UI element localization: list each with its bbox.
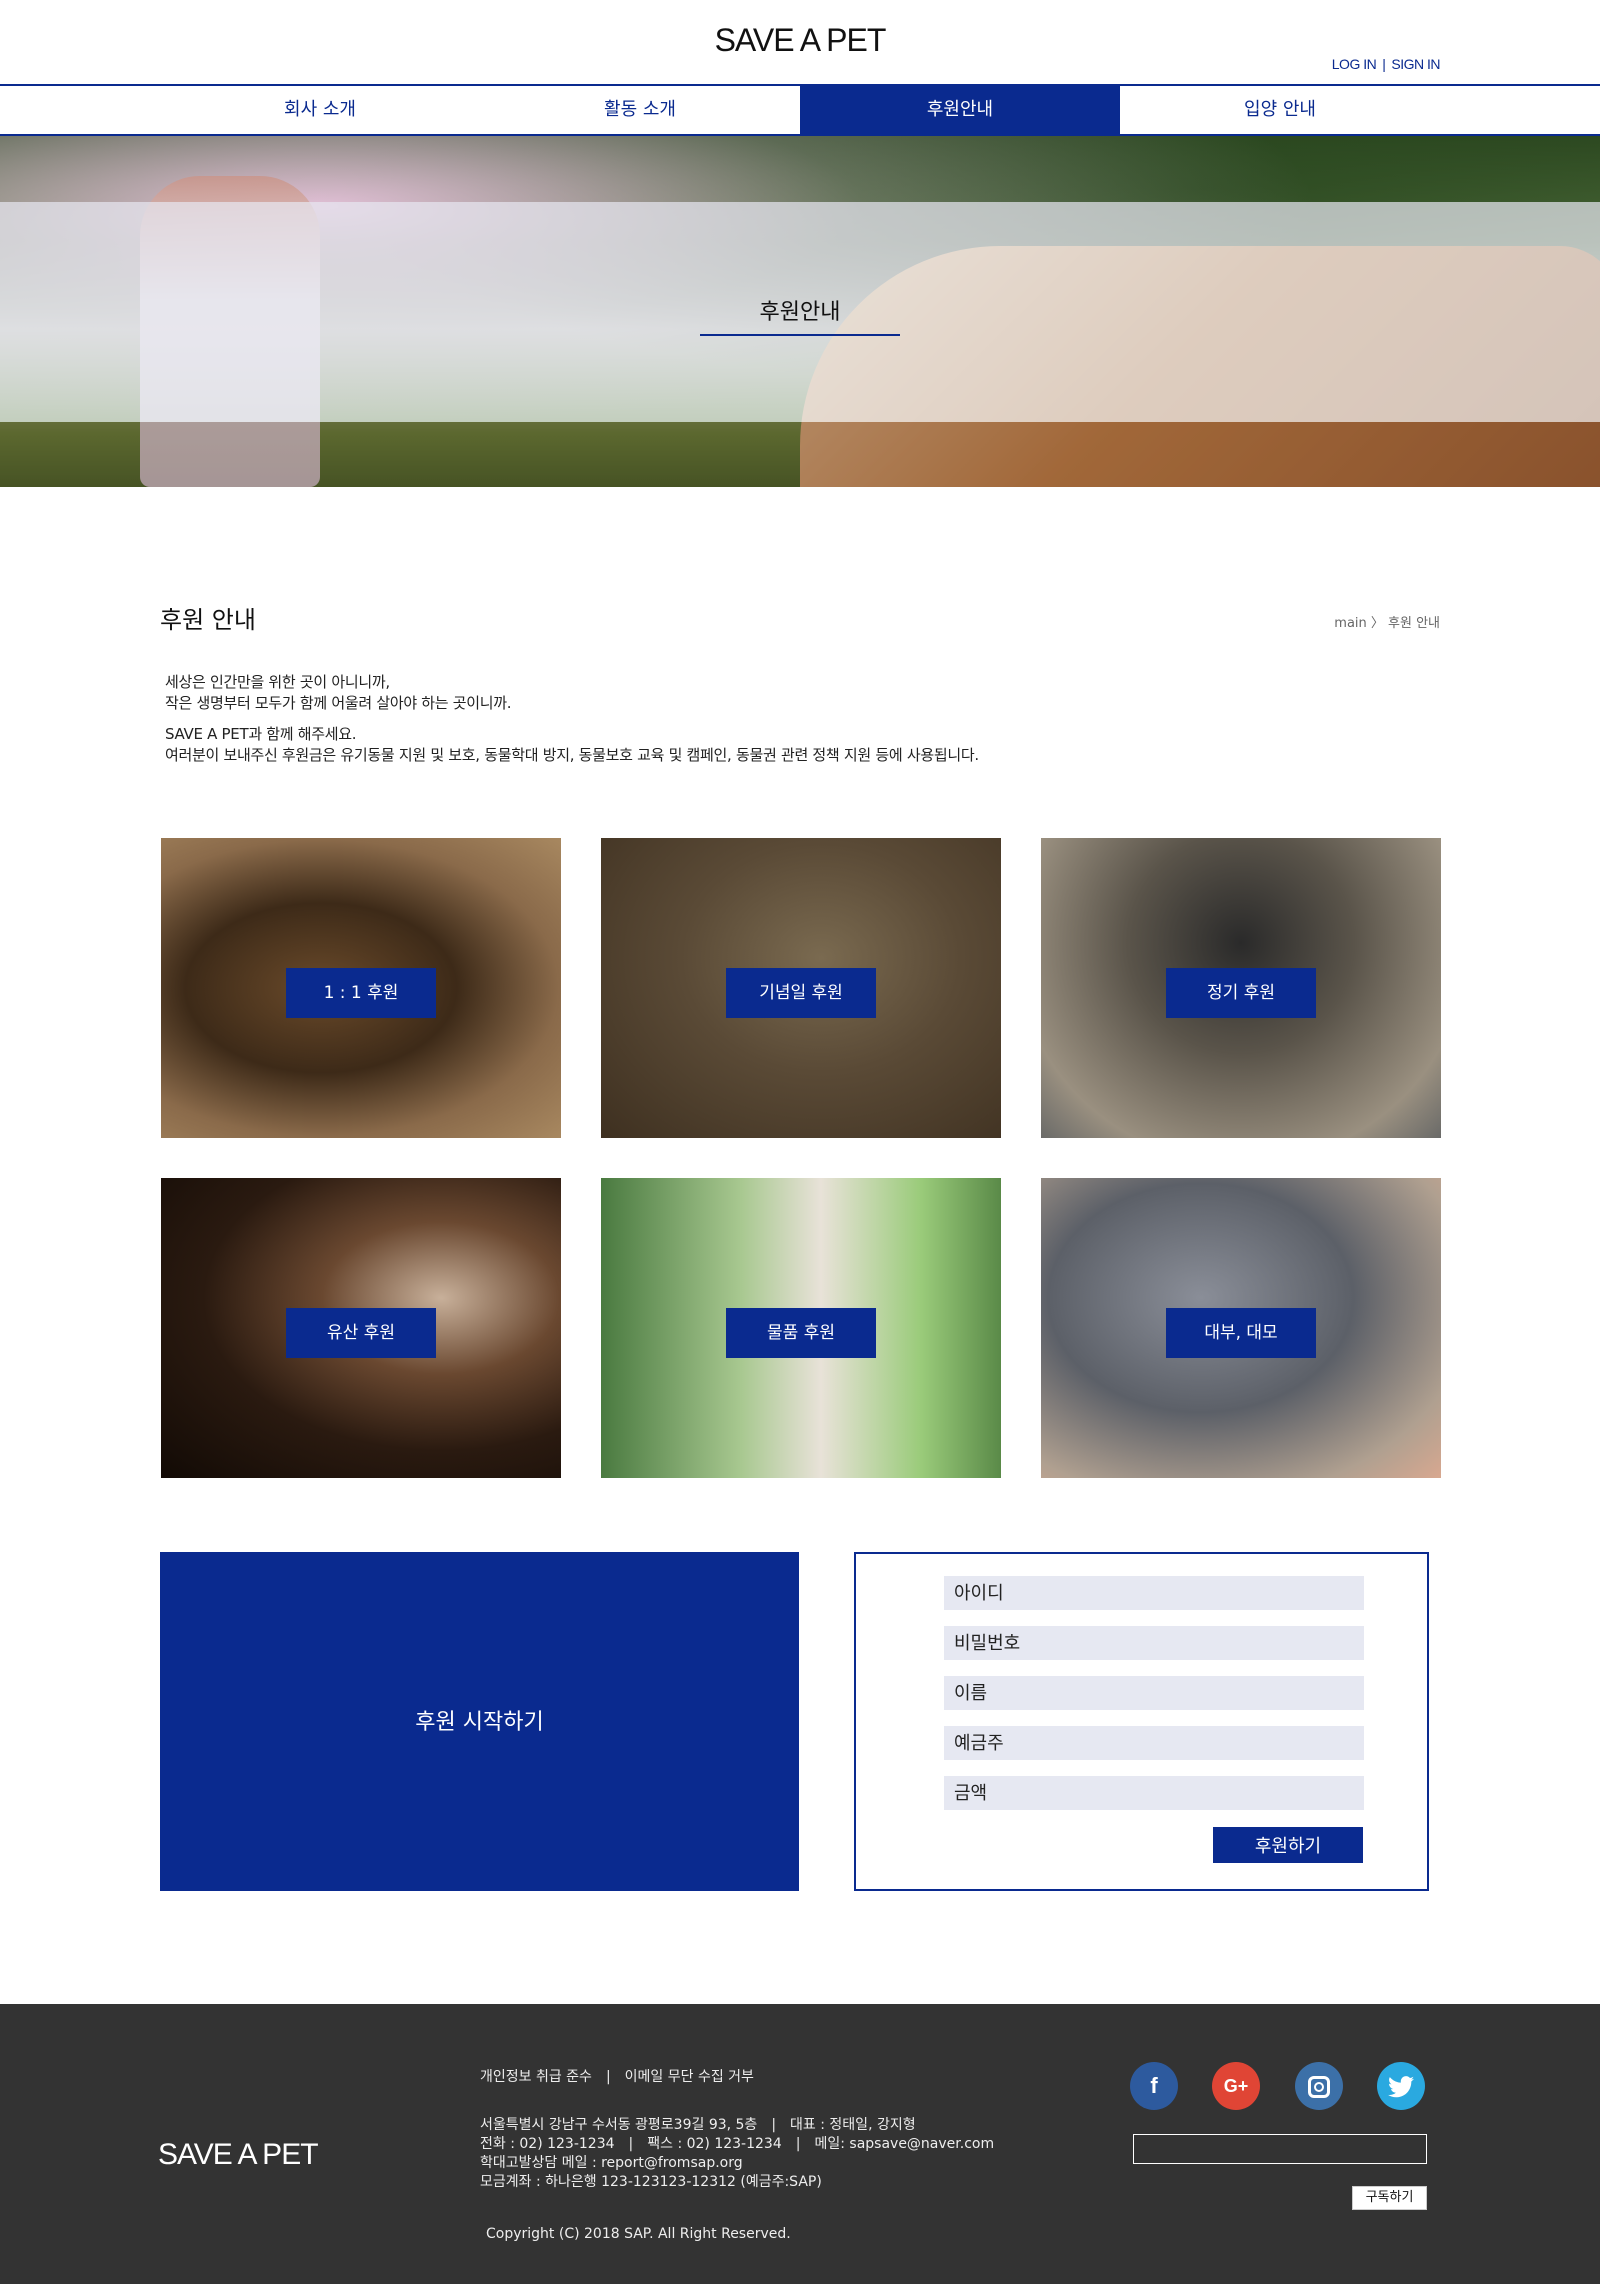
card-label[interactable]: 기념일 후원 xyxy=(726,968,876,1018)
auth-links: LOG IN | SIGN IN xyxy=(1332,56,1441,72)
card-regular[interactable]: 정기 후원 xyxy=(1041,838,1441,1138)
footer-mail: 메일: sapsave@naver.com xyxy=(814,2136,995,2152)
email-refuse-link[interactable]: 이메일 무단 수집 거부 xyxy=(625,2069,754,2085)
login-link[interactable]: LOG IN xyxy=(1332,56,1377,72)
hero-title-underline xyxy=(700,334,900,336)
card-legacy[interactable]: 유산 후원 xyxy=(161,1178,561,1478)
facebook-icon[interactable]: f xyxy=(1130,2062,1178,2110)
site-logo[interactable]: SAVE A PET xyxy=(0,22,1600,59)
card-label[interactable]: 대부, 대모 xyxy=(1166,1308,1316,1358)
donate-button[interactable]: 후원하기 xyxy=(1213,1827,1363,1863)
card-label[interactable]: 유산 후원 xyxy=(286,1308,436,1358)
footer-separator: | xyxy=(628,2136,634,2152)
card-anniversary[interactable]: 기념일 후원 xyxy=(601,838,1001,1138)
hero-bottom-shade xyxy=(0,422,1600,487)
card-godparent[interactable]: 대부, 대모 xyxy=(1041,1178,1441,1478)
start-donation-panel[interactable]: 후원 시작하기 xyxy=(160,1552,799,1891)
card-label[interactable]: 정기 후원 xyxy=(1166,968,1316,1018)
main-nav: 회사 소개 활동 소개 후원안내 입양 안내 xyxy=(0,86,1600,136)
intro-line-3: SAVE A PET과 함께 해주세요. xyxy=(165,725,357,743)
start-donation-label: 후원 시작하기 xyxy=(415,1710,544,1735)
id-field[interactable] xyxy=(944,1576,1364,1610)
footer-address: 서울특별시 강남구 수서동 광평로39길 93, 5층 xyxy=(480,2117,758,2133)
intro-line-1: 세상은 인간만을 위한 곳이 아니니까, xyxy=(165,673,390,691)
name-field[interactable] xyxy=(944,1676,1364,1710)
donation-form: 후원하기 xyxy=(854,1552,1429,1891)
nav-item-adoption[interactable]: 입양 안내 xyxy=(1120,86,1440,134)
password-field[interactable] xyxy=(944,1626,1364,1660)
site-footer: SAVE A PET 개인정보 취급 준수 | 이메일 무단 수집 거부 서울특별시… xyxy=(0,2004,1600,2284)
footer-fax: 팩스 : 02) 123-1234 xyxy=(647,2136,782,2152)
signin-link[interactable]: SIGN IN xyxy=(1391,56,1440,72)
footer-info: 서울특별시 강남구 수서동 광평로39길 93, 5층 | 대표 : 정태일, 강지… xyxy=(480,2116,994,2192)
nav-item-activities[interactable]: 활동 소개 xyxy=(480,86,800,134)
instagram-icon[interactable] xyxy=(1295,2062,1343,2110)
breadcrumb: main 〉 후원 안내 xyxy=(1334,616,1440,631)
intro-line-2: 작은 생명부터 모두가 함께 어울려 살아야 하는 곳이니까. xyxy=(165,694,512,712)
subscribe-email-input[interactable] xyxy=(1133,2134,1427,2164)
intro-text: 세상은 인간만을 위한 곳이 아니니까, 작은 생명부터 모두가 함께 어울려 살… xyxy=(165,672,979,776)
nav-item-company[interactable]: 회사 소개 xyxy=(160,86,480,134)
card-label[interactable]: 1 : 1 후원 xyxy=(286,968,436,1018)
copyright: Copyright (C) 2018 SAP. All Right Reserv… xyxy=(486,2226,791,2242)
subscribe-button[interactable]: 구독하기 xyxy=(1352,2186,1427,2210)
intro-line-4: 여러분이 보내주신 후원금은 유기동물 지원 및 보호, 동물학대 방지, 동물… xyxy=(165,746,979,764)
footer-separator: | xyxy=(771,2117,777,2133)
page-title: 후원 안내 xyxy=(160,606,256,634)
hero-title: 후원안내 xyxy=(759,300,841,325)
footer-account: 모금계좌 : 하나은행 123-123123-12312 (예금주:SAP) xyxy=(480,2174,822,2190)
amount-field[interactable] xyxy=(944,1776,1364,1810)
depositor-field[interactable] xyxy=(944,1726,1364,1760)
nav-item-donation[interactable]: 후원안내 xyxy=(800,86,1120,134)
footer-phone: 전화 : 02) 123-1234 xyxy=(480,2136,615,2152)
footer-report: 학대고발상담 메일 : report@fromsap.org xyxy=(480,2155,743,2171)
privacy-link[interactable]: 개인정보 취급 준수 xyxy=(480,2069,592,2085)
footer-separator: | xyxy=(795,2136,801,2152)
hero-banner: 후원안내 xyxy=(0,136,1600,487)
card-one-to-one[interactable]: 1 : 1 후원 xyxy=(161,838,561,1138)
footer-logo[interactable]: SAVE A PET xyxy=(158,2138,319,2172)
google-plus-icon[interactable]: G+ xyxy=(1212,2062,1260,2110)
footer-separator: | xyxy=(605,2069,611,2085)
site-header: SAVE A PET LOG IN | SIGN IN xyxy=(0,0,1600,86)
footer-links: 개인정보 취급 준수 | 이메일 무단 수집 거부 xyxy=(480,2066,754,2086)
card-goods[interactable]: 물품 후원 xyxy=(601,1178,1001,1478)
card-label[interactable]: 물품 후원 xyxy=(726,1308,876,1358)
twitter-icon[interactable] xyxy=(1377,2062,1425,2110)
auth-separator: | xyxy=(1382,56,1386,72)
footer-ceo: 대표 : 정태일, 강지형 xyxy=(790,2117,916,2133)
